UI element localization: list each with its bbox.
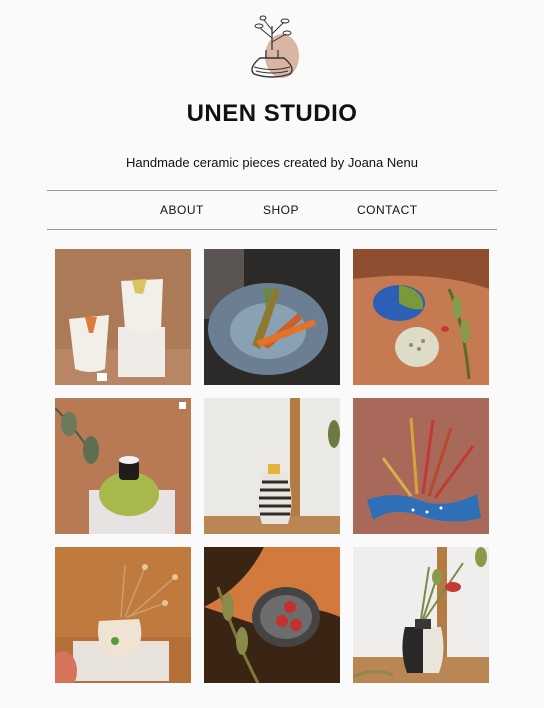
gallery-tile[interactable] [353,249,489,385]
gallery-tile[interactable] [55,547,191,683]
site-subtitle: Handmade ceramic pieces created by Joana… [126,155,418,170]
brushes-holder-photo [353,398,489,534]
gallery-tile[interactable] [204,249,340,385]
nav-divider-bottom [47,229,497,230]
gallery-tile[interactable] [353,547,489,683]
dried-flowers-vase-photo [55,547,191,683]
nav-about-link[interactable]: ABOUT [160,203,204,217]
strawberry-bowl-photo [204,547,340,683]
gallery-tile[interactable] [204,547,340,683]
nav-shop-link[interactable]: SHOP [263,203,299,217]
page: UNEN STUDIO Handmade ceramic pieces crea… [0,0,544,708]
gallery-tile[interactable] [204,398,340,534]
grilled-vegetables-plate-photo [204,249,340,385]
black-white-vase-photo [353,547,489,683]
green-vase-photo [55,398,191,534]
gallery-tile[interactable] [55,398,191,534]
studio-logo-icon[interactable] [242,12,304,80]
nav-contact-link[interactable]: CONTACT [357,203,418,217]
two-white-cups-photo [55,249,191,385]
gallery-tile[interactable] [55,249,191,385]
gallery-tile[interactable] [353,398,489,534]
site-title: UNEN STUDIO [186,100,358,127]
striped-vase-photo [204,398,340,534]
nav-divider-top [47,190,497,191]
blue-and-white-dishes-photo [353,249,489,385]
